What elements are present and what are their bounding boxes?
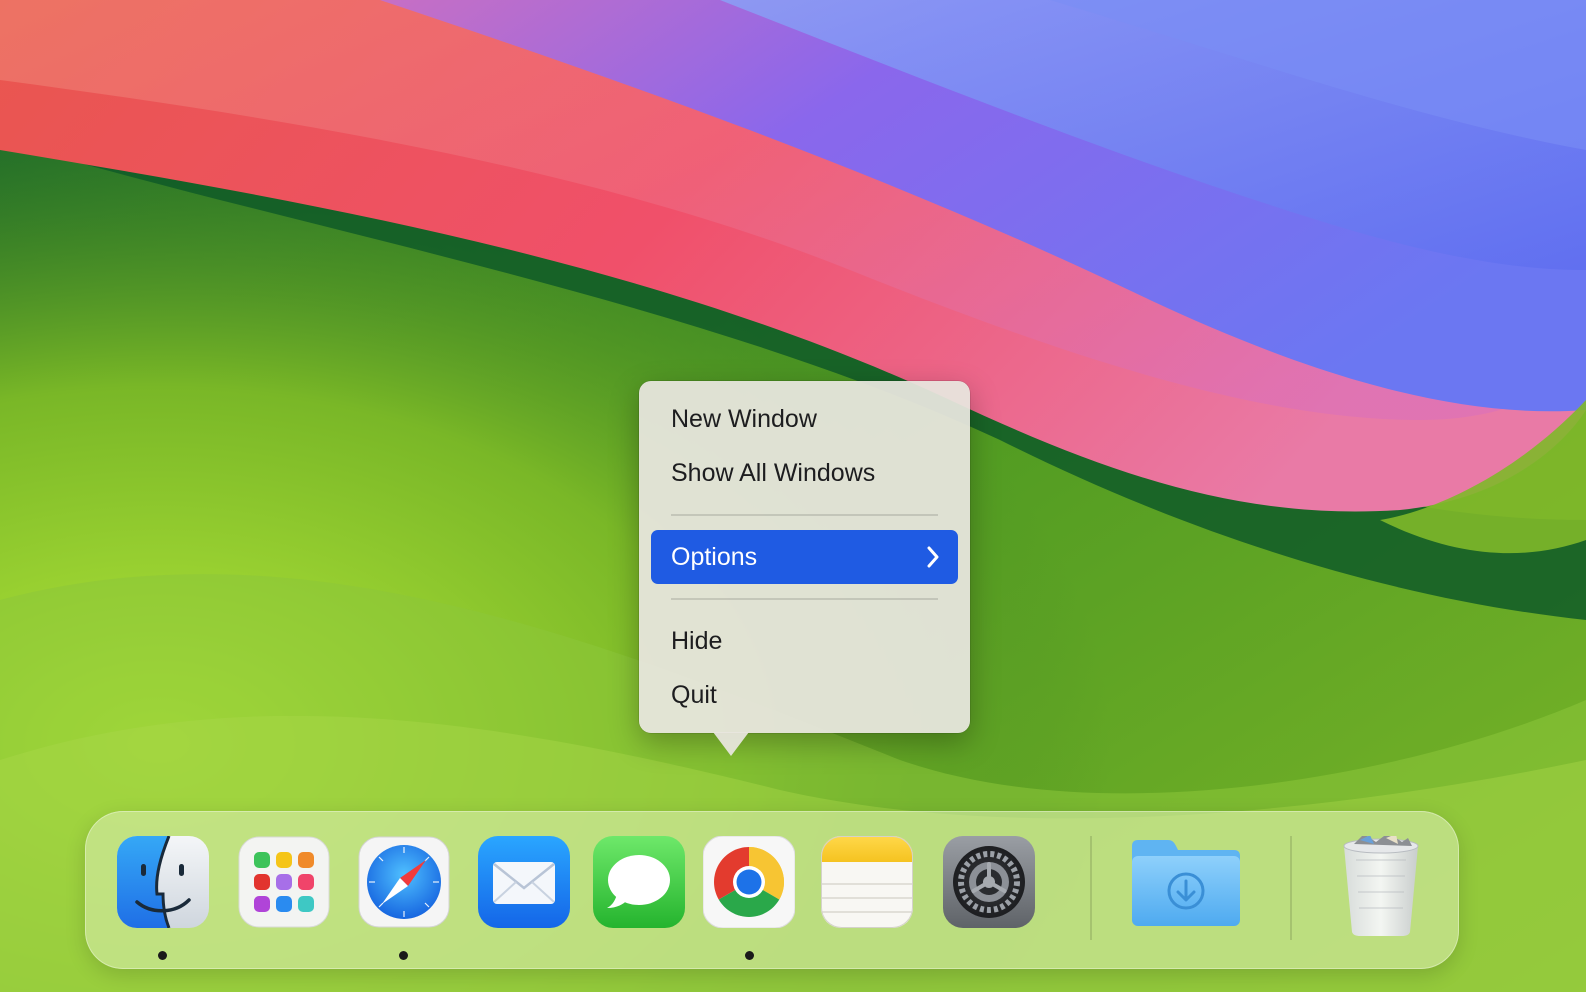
launchpad-icon[interactable] [238,836,330,928]
dock-context-menu: New Window Show All Windows Options Hide… [639,381,970,733]
running-indicator [399,951,408,960]
menu-item-label: New Window [671,405,817,433]
safari-icon[interactable] [358,836,450,928]
menu-item-hide[interactable]: Hide [651,614,958,668]
messages-icon[interactable] [593,836,685,928]
menu-item-label: Hide [671,627,723,655]
downloads-folder-icon[interactable] [1130,836,1242,928]
running-indicator [158,951,167,960]
menu-item-new-window[interactable]: New Window [651,392,958,446]
trash-icon[interactable] [1336,836,1426,936]
menu-item-options[interactable]: Options [651,530,958,584]
menu-item-quit[interactable]: Quit [651,668,958,722]
menu-item-label: Quit [671,681,717,709]
system-settings-icon[interactable] [943,836,1035,928]
finder-icon[interactable] [117,836,209,928]
mail-icon[interactable] [478,836,570,928]
chevron-right-icon [926,530,940,584]
menu-item-show-all-windows[interactable]: Show All Windows [651,446,958,500]
notes-icon[interactable] [821,836,913,928]
menu-item-label: Options [671,543,758,571]
menu-separator [671,514,938,516]
dock-divider [1290,836,1292,940]
menu-item-label: Show All Windows [671,459,876,487]
running-indicator [745,951,754,960]
menu-pointer-arrow [713,732,749,756]
chrome-icon[interactable] [703,836,795,928]
dock-divider [1090,836,1092,940]
menu-separator [671,598,938,600]
desktop: New Window Show All Windows Options Hide… [0,0,1586,992]
